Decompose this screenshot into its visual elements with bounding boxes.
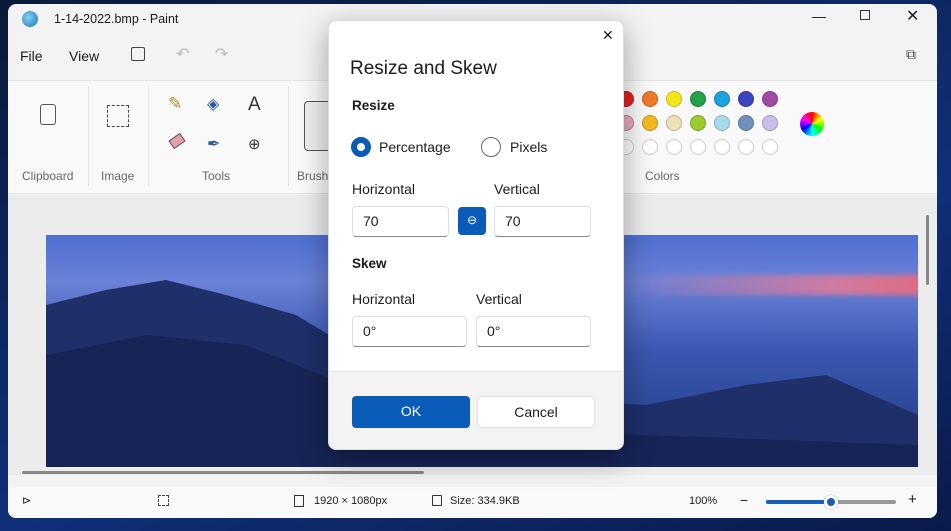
group-label-image: Image (101, 169, 135, 183)
color-swatch[interactable] (738, 115, 754, 131)
window-title: 1-14-2022.bmp - Paint (54, 12, 179, 26)
color-swatch[interactable] (762, 91, 778, 107)
close-window-button[interactable]: ✕ (906, 6, 919, 26)
vertical-scrollbar[interactable] (926, 215, 929, 285)
cancel-button[interactable]: Cancel (477, 396, 595, 428)
skew-horizontal-label: Horizontal (352, 291, 416, 307)
color-swatch[interactable] (714, 115, 730, 131)
resize-horizontal-input[interactable]: 70 (352, 206, 449, 237)
group-label-tools: Tools (202, 169, 231, 183)
file-size-text: Size: 334.9KB (450, 495, 520, 507)
skew-horizontal-input[interactable]: 0° (352, 316, 467, 347)
skew-heading: Skew (352, 256, 387, 271)
minimize-button[interactable]: — (812, 8, 826, 24)
pixels-radio[interactable] (481, 137, 501, 157)
group-label-clipboard: Clipboard (22, 169, 74, 183)
redo-icon[interactable]: ↷ (215, 44, 228, 64)
zoom-level[interactable]: 100% (689, 495, 717, 507)
text-icon[interactable]: A (248, 94, 261, 116)
color-swatch[interactable] (762, 115, 778, 131)
pixels-label[interactable]: Pixels (510, 139, 547, 155)
lock-aspect-ratio-button[interactable]: ⊖ (458, 207, 486, 235)
color-swatch[interactable] (666, 139, 682, 155)
resize-vertical-label: Vertical (494, 181, 540, 197)
ok-button[interactable]: OK (352, 396, 470, 428)
color-swatch[interactable] (666, 91, 682, 107)
magnifier-icon[interactable]: ⊕ (248, 135, 261, 153)
skew-vertical-label: Vertical (476, 291, 522, 307)
group-label-colors: Colors (645, 169, 680, 183)
color-swatch[interactable] (714, 139, 730, 155)
file-size-icon (432, 495, 442, 506)
percentage-label[interactable]: Percentage (379, 139, 451, 155)
status-bar: ⊳ 1920 × 1080px Size: 334.9KB 100% − + (8, 487, 937, 518)
clipboard-icon[interactable] (40, 104, 56, 125)
divider (148, 86, 149, 186)
color-swatch[interactable] (642, 115, 658, 131)
select-icon[interactable] (107, 105, 129, 127)
color-swatch[interactable] (738, 139, 754, 155)
dialog-close-button[interactable]: ✕ (602, 27, 614, 44)
zoom-in-button[interactable]: + (908, 491, 917, 508)
cursor-icon: ⊳ (22, 495, 32, 507)
color-swatch[interactable] (714, 91, 730, 107)
maximize-button[interactable] (860, 10, 870, 20)
undo-icon[interactable]: ↶ (176, 44, 189, 64)
color-swatch[interactable] (690, 115, 706, 131)
resize-vertical-input[interactable]: 70 (494, 206, 591, 237)
color-swatch[interactable] (642, 139, 658, 155)
dialog-footer: OK Cancel (329, 371, 623, 449)
canvas-size-icon (294, 495, 304, 507)
divider (88, 86, 89, 186)
resize-heading: Resize (352, 98, 395, 113)
resize-horizontal-label: Horizontal (352, 181, 416, 197)
color-swatch[interactable] (690, 91, 706, 107)
color-swatch[interactable] (666, 115, 682, 131)
color-swatch[interactable] (762, 139, 778, 155)
menu-view[interactable]: View (69, 48, 99, 64)
color-swatch[interactable] (690, 139, 706, 155)
save-icon[interactable] (131, 47, 145, 61)
color-picker-icon[interactable]: ✒ (207, 134, 220, 154)
divider (288, 86, 289, 186)
zoom-out-button[interactable]: − (740, 492, 748, 508)
selection-icon (158, 495, 169, 506)
menu-file[interactable]: File (20, 48, 43, 64)
horizontal-scrollbar[interactable] (22, 471, 424, 474)
skew-vertical-input[interactable]: 0° (476, 316, 591, 347)
resize-skew-dialog: ✕ Resize and Skew Resize Percentage Pixe… (328, 20, 624, 450)
percentage-radio[interactable] (351, 137, 371, 157)
pencil-icon[interactable]: ✎ (168, 94, 182, 114)
paint-app-icon (22, 11, 38, 27)
color-swatch[interactable] (738, 91, 754, 107)
dimensions-text: 1920 × 1080px (314, 495, 388, 507)
dialog-title: Resize and Skew (350, 58, 497, 79)
share-icon[interactable]: ⧉ (906, 46, 916, 63)
color-swatch[interactable] (642, 91, 658, 107)
edit-colors-icon[interactable] (800, 112, 824, 136)
zoom-slider[interactable] (766, 495, 896, 509)
fill-icon[interactable]: ◈ (207, 94, 219, 114)
